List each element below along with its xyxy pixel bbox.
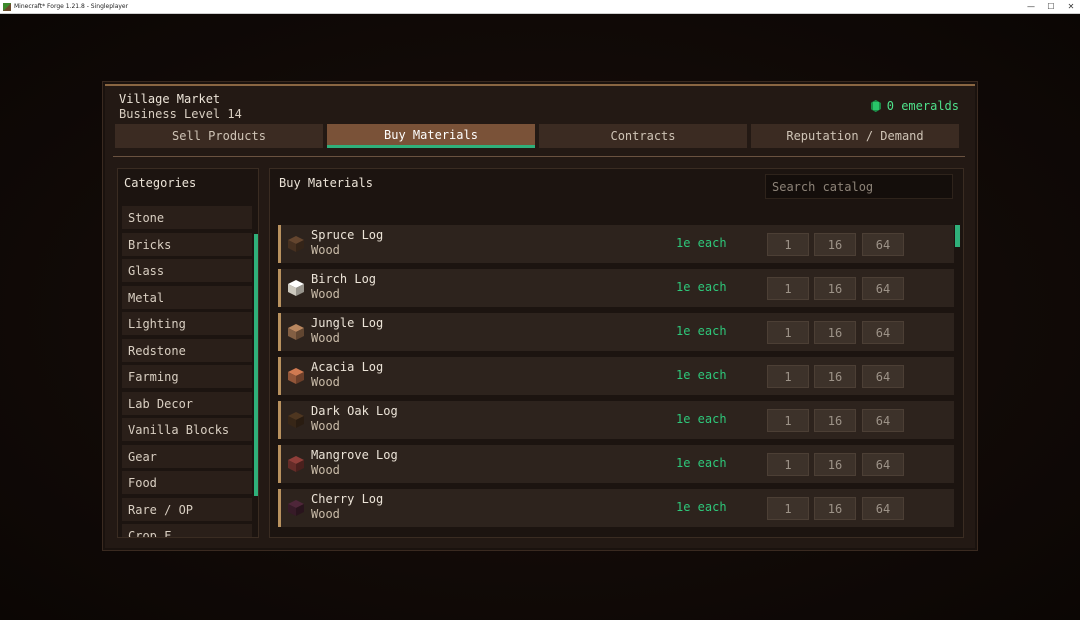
window-title: Minecraft* Forge 1.21.8 - Singleplayer [14,3,129,10]
buy-64-button[interactable]: 64 [862,277,904,300]
buy-16-button[interactable]: 16 [814,497,856,520]
buy-64-button[interactable]: 64 [862,497,904,520]
list-item: Mangrove Log Wood 1e each 1 16 64 [278,445,954,483]
item-category: Wood [311,331,340,345]
catalog-panel: Buy Materials Spruce Log Wood 1e each 1 … [269,168,964,538]
village-market-panel: Village Market Business Level 14 0 emera… [105,84,975,548]
item-price: 1e each [676,236,727,250]
list-item: Jungle Log Wood 1e each 1 16 64 [278,313,954,351]
buy-1-button[interactable]: 1 [767,453,809,476]
item-name: Mangrove Log [311,448,398,462]
item-category: Wood [311,287,340,301]
os-title-bar: Minecraft* Forge 1.21.8 - Singleplayer —… [0,0,1080,14]
buy-16-button[interactable]: 16 [814,233,856,256]
dark-oak-log-icon [287,411,305,429]
buy-16-button[interactable]: 16 [814,453,856,476]
category-glass[interactable]: Glass [122,259,252,282]
emerald-count: 0 emeralds [886,99,959,113]
buy-64-button[interactable]: 64 [862,321,904,344]
buy-64-button[interactable]: 64 [862,409,904,432]
close-window-button[interactable]: ✕ [1060,0,1080,13]
item-price: 1e each [676,368,727,382]
buy-1-button[interactable]: 1 [767,233,809,256]
category-lighting[interactable]: Lighting [122,312,252,335]
item-name: Dark Oak Log [311,404,398,418]
search-input[interactable] [765,174,953,199]
buy-1-button[interactable]: 1 [767,409,809,432]
buy-1-button[interactable]: 1 [767,277,809,300]
item-price: 1e each [676,412,727,426]
catalog-scrollbar[interactable] [955,225,960,247]
category-farming[interactable]: Farming [122,365,252,388]
item-category: Wood [311,375,340,389]
jungle-log-icon [287,323,305,341]
item-category: Wood [311,507,340,521]
cherry-log-icon [287,499,305,517]
tab-contracts[interactable]: Contracts [539,124,747,148]
buy-16-button[interactable]: 16 [814,409,856,432]
item-name: Cherry Log [311,492,384,506]
mangrove-log-icon [287,455,305,473]
emerald-icon [870,100,881,112]
acacia-log-icon [287,367,305,385]
tab-reputation-demand[interactable]: Reputation / Demand [751,124,959,148]
section-title: Buy Materials [279,176,373,190]
category-gear[interactable]: Gear [122,445,252,468]
category-redstone[interactable]: Redstone [122,339,252,362]
list-item: Spruce Log Wood 1e each 1 16 64 [278,225,954,263]
birch-log-icon [287,279,305,297]
category-bricks[interactable]: Bricks [122,233,252,256]
buy-16-button[interactable]: 16 [814,277,856,300]
category-stone[interactable]: Stone [122,206,252,229]
buy-1-button[interactable]: 1 [767,321,809,344]
item-name: Spruce Log [311,228,384,242]
item-name: Birch Log [311,272,377,286]
buy-64-button[interactable]: 64 [862,453,904,476]
buy-64-button[interactable]: 64 [862,365,904,388]
spruce-log-icon [287,235,305,253]
tab-sell-products[interactable]: Sell Products [115,124,323,148]
item-price: 1e each [676,324,727,338]
categories-sidebar: Categories Stone Bricks Glass Metal Ligh… [117,168,259,538]
category-metal[interactable]: Metal [122,286,252,309]
maximize-button[interactable]: ☐ [1040,0,1062,13]
categories-scrollbar[interactable] [254,234,258,496]
item-name: Jungle Log [311,316,384,330]
buy-64-button[interactable]: 64 [862,233,904,256]
buy-16-button[interactable]: 16 [814,365,856,388]
item-price: 1e each [676,456,727,470]
category-partial[interactable]: Crop F... [122,524,252,537]
list-item: Birch Log Wood 1e each 1 16 64 [278,269,954,307]
market-title: Village Market [119,92,221,106]
tab-buy-materials[interactable]: Buy Materials [327,124,535,148]
buy-1-button[interactable]: 1 [767,365,809,388]
list-item: Cherry Log Wood 1e each 1 16 64 [278,489,954,527]
tab-bar: Sell Products Buy Materials Contracts Re… [115,124,959,148]
item-category: Wood [311,419,340,433]
item-category: Wood [311,463,340,477]
list-item: Acacia Log Wood 1e each 1 16 64 [278,357,954,395]
minimize-button[interactable]: — [1020,0,1042,13]
minecraft-app-icon [3,2,11,11]
emerald-balance: 0 emeralds [870,99,959,113]
buy-16-button[interactable]: 16 [814,321,856,344]
header-divider [113,156,965,157]
item-price: 1e each [676,500,727,514]
category-lab-decor[interactable]: Lab Decor [122,392,252,415]
item-name: Acacia Log [311,360,384,374]
category-food[interactable]: Food [122,471,252,494]
category-rare-op[interactable]: Rare / OP [122,498,252,521]
category-vanilla-blocks[interactable]: Vanilla Blocks [122,418,252,441]
item-category: Wood [311,243,340,257]
list-item: Dark Oak Log Wood 1e each 1 16 64 [278,401,954,439]
item-price: 1e each [676,280,727,294]
buy-1-button[interactable]: 1 [767,497,809,520]
categories-title: Categories [124,176,197,190]
business-level: Business Level 14 [119,107,242,121]
